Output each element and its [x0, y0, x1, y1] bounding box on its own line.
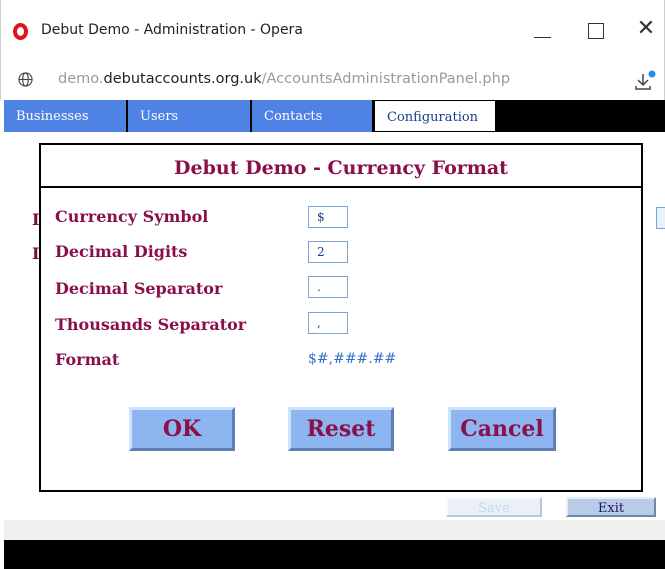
tab-contacts[interactable]: Contacts	[252, 100, 374, 132]
maximize-icon[interactable]	[581, 14, 611, 44]
format-preview: $#,###.##	[308, 351, 397, 367]
globe-icon	[18, 72, 33, 87]
format-label: Format	[55, 350, 120, 369]
currency-format-dialog: Debut Demo - Currency Format Currency Sy…	[39, 143, 643, 492]
url-text[interactable]: demo.debutaccounts.org.uk/AccountsAdmini…	[58, 71, 510, 87]
minimize-icon[interactable]	[528, 14, 558, 44]
opera-logo-icon	[13, 23, 28, 40]
dialog-title: Debut Demo - Currency Format	[41, 145, 641, 188]
tab-bar: Businesses Users Contacts Configuration	[4, 100, 665, 132]
window-title: Debut Demo - Administration - Opera	[41, 22, 303, 38]
currency-symbol-input[interactable]: $	[308, 206, 348, 228]
currency-symbol-label: Currency Symbol	[55, 207, 209, 226]
cancel-button[interactable]: Cancel	[448, 407, 556, 451]
decimal-digits-label: Decimal Digits	[55, 242, 188, 261]
decimal-separator-input[interactable]: .	[308, 276, 348, 298]
url-path: /AccountsAdministrationPanel.php	[261, 71, 511, 87]
thousands-separator-label: Thousands Separator	[55, 315, 247, 334]
ok-button[interactable]: OK	[129, 407, 235, 451]
window-titlebar: Debut Demo - Administration - Opera ✕	[0, 0, 665, 60]
download-icon[interactable]	[631, 69, 657, 93]
save-button[interactable]: Save	[446, 497, 542, 517]
tab-configuration[interactable]: Configuration	[374, 100, 496, 132]
decimal-digits-input[interactable]: 2	[308, 241, 348, 263]
address-bar[interactable]: demo.debutaccounts.org.uk/AccountsAdmini…	[0, 60, 665, 100]
close-icon[interactable]: ✕	[631, 14, 661, 44]
url-host: debutaccounts.org.uk	[103, 71, 262, 87]
page-bottom-strip	[4, 520, 665, 540]
page-bottom-bar	[4, 540, 665, 569]
decimal-separator-label: Decimal Separator	[55, 279, 223, 298]
background-input[interactable]	[656, 207, 665, 229]
reset-button[interactable]: Reset	[288, 407, 394, 451]
exit-button[interactable]: Exit	[566, 497, 656, 517]
thousands-separator-input[interactable]: ,	[308, 312, 348, 334]
url-subdomain: demo.	[58, 71, 104, 87]
tab-users[interactable]: Users	[128, 100, 252, 132]
tab-businesses[interactable]: Businesses	[4, 100, 128, 132]
